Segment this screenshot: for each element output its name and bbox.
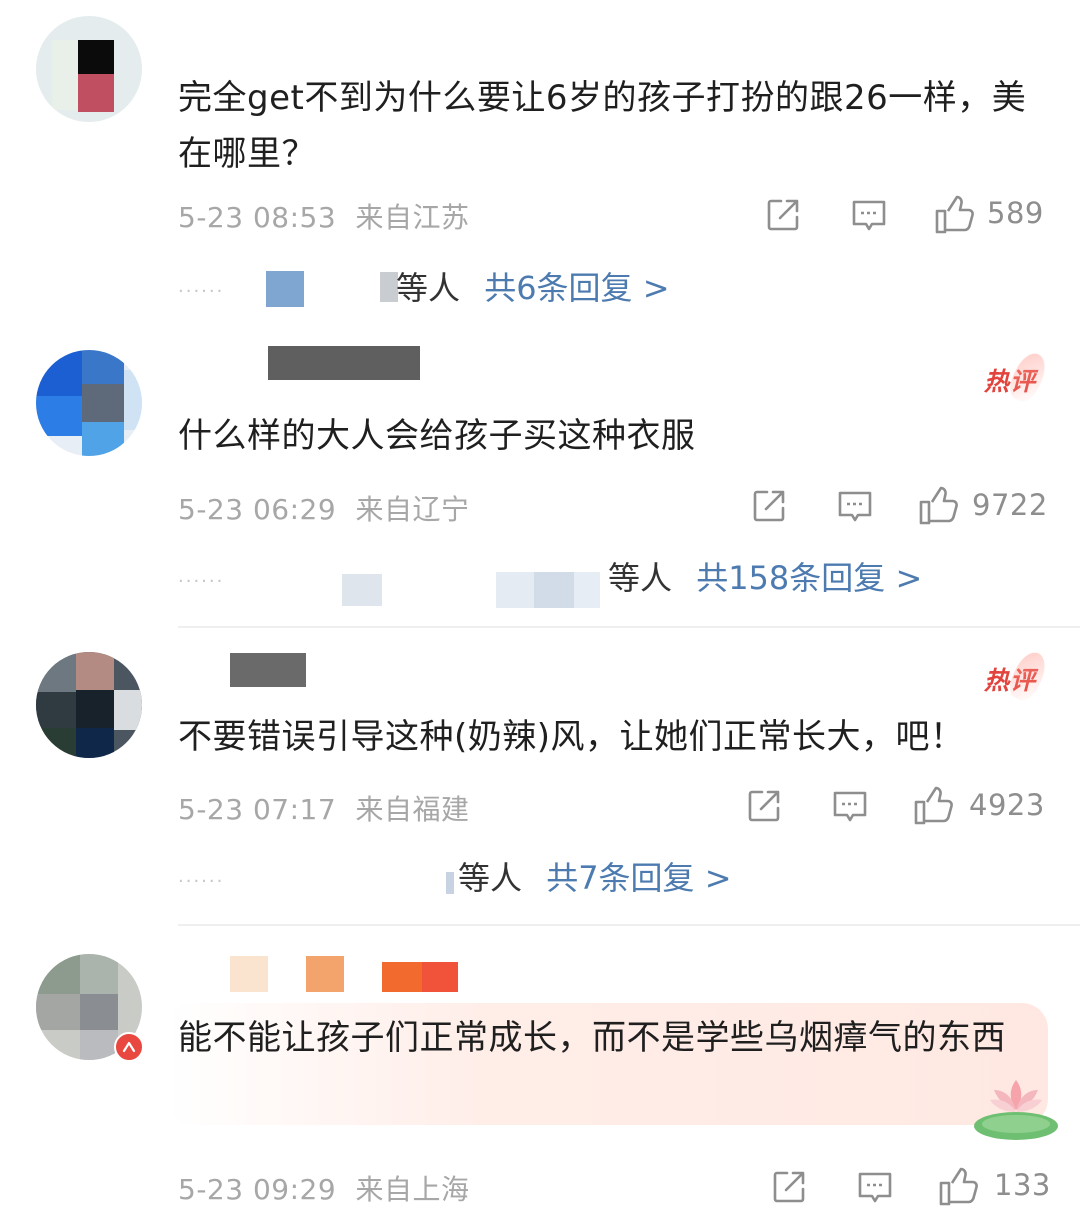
comment-location: 来自辽宁 <box>355 493 470 526</box>
hot-comment-badge: 热评 <box>984 661 1036 697</box>
mosaic-mask <box>534 572 574 608</box>
thumbs-up-icon[interactable] <box>918 484 960 526</box>
avatar[interactable] <box>36 350 142 456</box>
comment-meta: 5-23 07:17 来自福建 <box>178 788 470 828</box>
replies-preview[interactable]: ...... 等人 共158条回复 > <box>178 556 1058 608</box>
thumbs-up-icon[interactable] <box>913 784 955 826</box>
username-mask <box>230 653 306 687</box>
mosaic-mask <box>266 271 304 307</box>
reply-people: 等人 <box>396 269 461 307</box>
reply-dots: ...... <box>178 866 225 887</box>
username-mask <box>306 956 344 992</box>
comment-text: 能不能让孩子们正常成长，而不是学些乌烟瘴气的东西 <box>178 1018 1006 1058</box>
username-mask <box>268 346 420 380</box>
comment-text: 不要错误引导这种(奶辣)风，让她们正常长大，吧！ <box>178 717 965 757</box>
divider <box>178 626 1080 628</box>
comment-icon[interactable] <box>836 488 874 526</box>
comment-meta: 5-23 09:29 来自上海 <box>178 1168 470 1208</box>
reply-count-link[interactable]: 共6条回复 > <box>484 269 669 307</box>
divider <box>178 924 1080 926</box>
replies-preview[interactable]: ...... 等人 共7条回复 > <box>178 856 1058 900</box>
comment-icon[interactable] <box>856 1169 894 1207</box>
thumbs-up-icon[interactable] <box>938 1165 980 1207</box>
reply-people: 等人 <box>608 559 673 597</box>
mosaic-mask <box>446 872 454 894</box>
comment-text: 完全get不到为什么要让6岁的孩子打扮的跟26一样，美在哪里？ <box>178 78 1027 174</box>
like-count: 4923 <box>969 788 1045 822</box>
share-icon[interactable] <box>764 196 802 234</box>
comment-meta: 5-23 08:53 来自江苏 <box>178 196 470 236</box>
hot-comment-badge: 热评 <box>984 362 1036 398</box>
reply-people: 等人 <box>458 859 523 897</box>
comment-location: 来自上海 <box>355 1173 470 1206</box>
comment-list: 完全get不到为什么要让6岁的孩子打扮的跟26一样，美在哪里？ 5-23 08:… <box>0 0 1080 1223</box>
replies-preview[interactable]: ...... 等人 共6条回复 > <box>178 266 1058 310</box>
like-count: 589 <box>987 196 1044 230</box>
comment-location: 来自福建 <box>355 793 470 826</box>
comment-time: 5-23 06:29 <box>178 493 337 526</box>
avatar[interactable] <box>36 652 142 758</box>
reply-count-link[interactable]: 共7条回复 > <box>546 859 731 897</box>
comment-meta: 5-23 06:29 来自辽宁 <box>178 488 470 528</box>
comment-location: 来自江苏 <box>355 201 470 234</box>
comment-time: 5-23 09:29 <box>178 1173 337 1206</box>
avatar[interactable] <box>36 16 142 122</box>
like-count: 133 <box>994 1168 1051 1202</box>
comment-time: 5-23 08:53 <box>178 201 337 234</box>
share-icon[interactable] <box>770 1168 808 1206</box>
username-mask <box>230 956 268 992</box>
thumbs-up-icon[interactable] <box>934 193 976 235</box>
reply-dots: ...... <box>178 276 225 297</box>
comment-icon[interactable] <box>850 197 888 235</box>
reply-count-link[interactable]: 共158条回复 > <box>696 559 922 597</box>
mosaic-mask <box>574 572 600 608</box>
username-mask <box>382 962 422 992</box>
lotus-icon <box>970 1068 1066 1148</box>
comment-time: 5-23 07:17 <box>178 793 337 826</box>
comment-text: 什么样的大人会给孩子买这种衣服 <box>178 416 696 456</box>
like-count: 9722 <box>972 488 1048 522</box>
share-icon[interactable] <box>745 787 783 825</box>
verified-badge-icon <box>114 1032 144 1062</box>
comment-icon[interactable] <box>831 788 869 826</box>
reply-dots: ...... <box>178 566 225 587</box>
share-icon[interactable] <box>750 487 788 525</box>
mosaic-mask <box>496 572 536 608</box>
username-mask <box>422 962 458 992</box>
mosaic-mask <box>342 574 382 606</box>
